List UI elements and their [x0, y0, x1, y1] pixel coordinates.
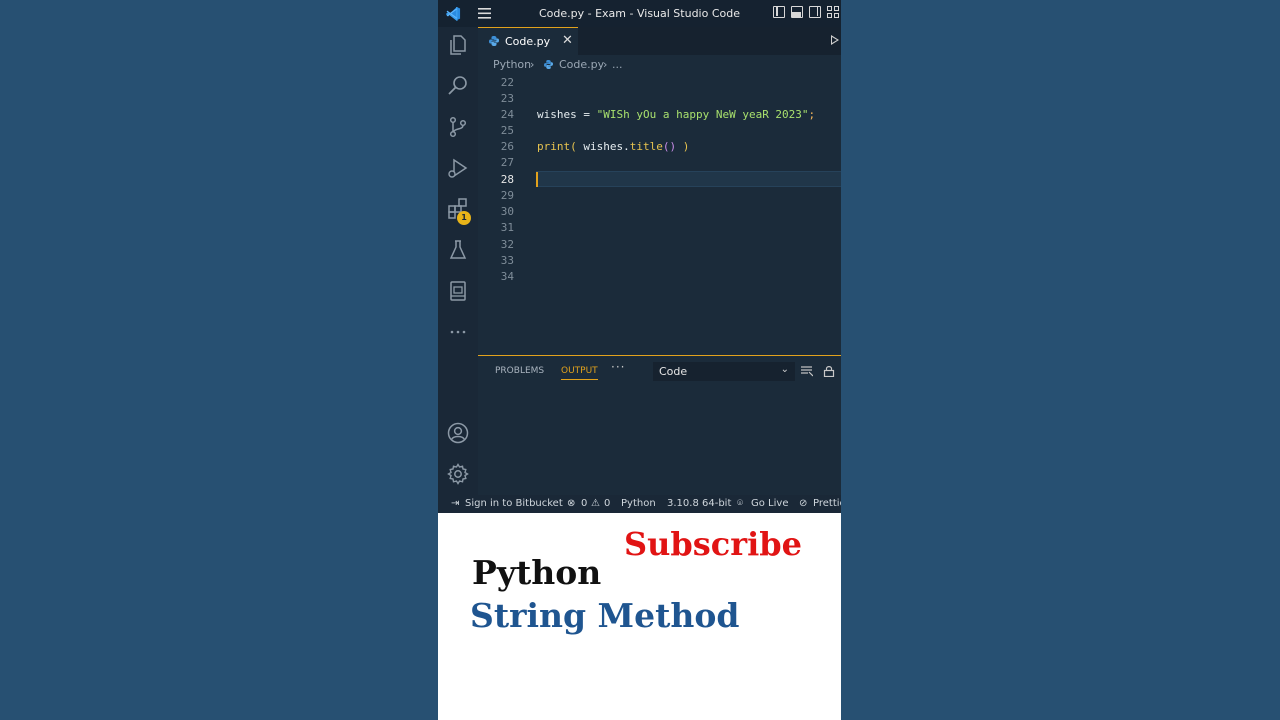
token-method: title [629, 140, 663, 153]
token-variable: wishes [537, 108, 577, 121]
prettier-icon: ⊘ [799, 498, 808, 509]
editor-tab-bar: Code.py ✕ [478, 27, 841, 55]
source-control-icon[interactable] [446, 115, 470, 139]
python-file-icon [489, 36, 499, 46]
breadcrumb-file[interactable]: Code.py [559, 58, 604, 71]
breadcrumb-folder[interactable]: Python [493, 58, 531, 71]
go-live-icon: ⌾ [737, 498, 743, 509]
status-errors[interactable]: 0 [581, 498, 587, 509]
output-channel-value: Code [659, 365, 688, 378]
error-icon: ⊗ [567, 498, 576, 509]
remote-explorer-icon[interactable] [446, 279, 470, 303]
breadcrumb: Python › Code.py › ... [478, 55, 841, 75]
tab-code-py[interactable]: Code.py ✕ [478, 27, 578, 55]
tab-label: Code.py [505, 35, 551, 48]
text-cursor [536, 172, 538, 187]
python-file-icon [544, 60, 553, 69]
activity-bar: 1 [438, 27, 478, 495]
line-number: 31 [500, 221, 514, 234]
layout-controls [773, 6, 839, 18]
subscribe-text[interactable]: Subscribe [624, 525, 802, 563]
overlay-heading-string-method: String Method [470, 596, 740, 635]
extensions-badge: 1 [457, 211, 471, 225]
token-argument: wishes. [576, 140, 630, 153]
status-interpreter[interactable]: 3.10.8 64-bit [667, 498, 731, 509]
chevron-down-icon: ⌄ [780, 364, 789, 375]
status-prettier[interactable]: Prettier [813, 498, 841, 509]
bottom-panel: PROBLEMS OUTPUT ··· Code ⌄ [478, 355, 841, 495]
chevron-right-icon: › [530, 58, 535, 71]
tab-problems[interactable]: PROBLEMS [495, 366, 544, 376]
token-call-parens: () [662, 140, 677, 153]
code-line-24: wishes = "WISh yOu a happy NeW yeaR 2023… [537, 108, 815, 121]
warning-icon: ⚠ [591, 498, 600, 509]
line-number: 26 [500, 140, 514, 153]
run-file-icon[interactable] [831, 35, 839, 45]
explorer-icon[interactable] [446, 33, 470, 57]
token-string: "WISh yOu a happy NeW yeaR 2023" [596, 108, 809, 121]
settings-gear-icon[interactable] [446, 462, 470, 486]
toggle-panel-icon[interactable] [791, 6, 803, 18]
search-icon[interactable] [446, 74, 470, 98]
code-editor[interactable]: 22 23 24 25 26 27 28 29 30 31 32 33 34 w… [478, 75, 841, 355]
token-operator: = [576, 108, 597, 121]
token-semicolon: ; [808, 108, 816, 121]
vscode-window: Code.py - Exam - Visual Studio Code 1 Co… [438, 0, 841, 720]
accounts-icon[interactable] [446, 421, 470, 445]
line-number: 25 [500, 124, 514, 137]
line-number-active: 28 [500, 173, 514, 186]
more-views-icon[interactable] [446, 320, 470, 344]
token-function: print [537, 140, 571, 153]
line-number-gutter: 22 23 24 25 26 27 28 29 30 31 32 33 34 [478, 75, 536, 355]
line-number: 34 [500, 270, 514, 283]
customize-layout-icon[interactable] [827, 6, 839, 18]
run-and-debug-icon[interactable] [446, 156, 470, 180]
panel-more-icon[interactable]: ··· [611, 360, 625, 374]
toggle-secondary-sidebar-icon[interactable] [809, 6, 821, 18]
line-number: 22 [500, 76, 514, 89]
status-go-live[interactable]: Go Live [751, 498, 788, 509]
status-language[interactable]: Python [621, 498, 656, 509]
line-number: 29 [500, 189, 514, 202]
close-tab-icon[interactable]: ✕ [562, 33, 573, 48]
status-warnings[interactable]: 0 [604, 498, 610, 509]
breadcrumb-symbols[interactable]: ... [612, 58, 623, 71]
line-number: 30 [500, 205, 514, 218]
token-paren-close: ) [676, 140, 690, 153]
line-number: 23 [500, 92, 514, 105]
line-number: 33 [500, 254, 514, 267]
lock-scroll-icon[interactable] [823, 365, 835, 377]
line-number: 24 [500, 108, 514, 121]
current-line-highlight [536, 171, 841, 187]
promo-overlay: Subscribe Python String Method [438, 513, 841, 720]
code-line-26: print( wishes.title() ) [537, 140, 689, 153]
line-number: 27 [500, 156, 514, 169]
clear-output-icon[interactable] [801, 365, 813, 377]
tab-output[interactable]: OUTPUT [561, 366, 598, 380]
bitbucket-icon: ⇥ [451, 498, 460, 509]
toggle-primary-sidebar-icon[interactable] [773, 6, 785, 18]
testing-flask-icon[interactable] [446, 238, 470, 262]
overlay-heading-python: Python [472, 553, 602, 592]
title-bar: Code.py - Exam - Visual Studio Code [438, 0, 841, 27]
status-bar: ⇥ Sign in to Bitbucket ⊗ 0 ⚠ 0 Python 3.… [438, 495, 841, 513]
output-channel-select[interactable]: Code ⌄ [653, 362, 795, 381]
chevron-right-icon: › [603, 58, 608, 71]
status-bitbucket[interactable]: Sign in to Bitbucket [465, 498, 563, 509]
line-number: 32 [500, 238, 514, 251]
token-paren-open: ( [570, 140, 577, 153]
